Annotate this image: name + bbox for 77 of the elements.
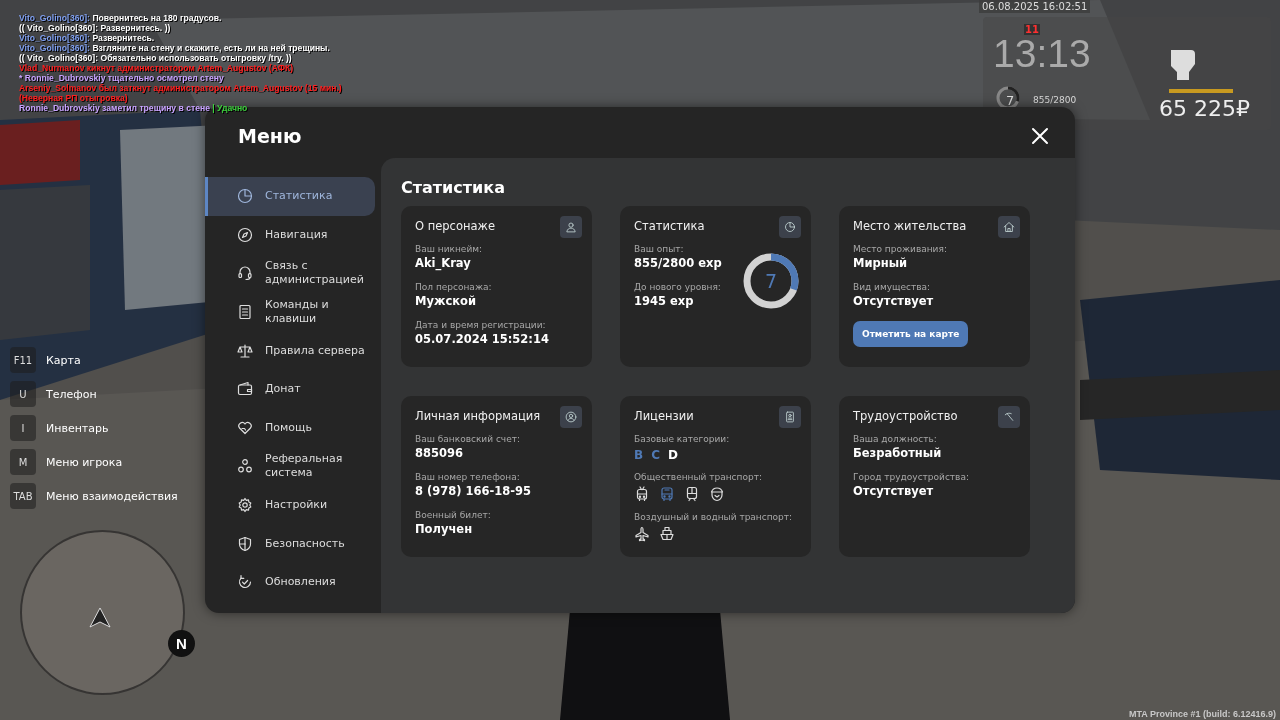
chat-message: * Ronnie_Dubrovskiy тщательно осмотрел стену (19, 73, 225, 83)
field-value: Aki_Kray (415, 255, 472, 271)
chat-message: (( Vito_Golino[360]: Обязательно использовать отыгровку /try. )) (19, 53, 293, 63)
field-label: Базовые категории: (634, 433, 731, 445)
chat-message: (( Vito_Golino[360]: Развернитесь. )) (19, 23, 172, 33)
field-label: Пол персонажа: (415, 281, 493, 293)
field-label: Место проживания: (853, 243, 948, 255)
key-cap: I (10, 415, 36, 441)
chat-message: Ronnie_Dubrovskiy заметил трещину в стене | Удачно (19, 103, 249, 113)
key-cap: F11 (10, 347, 36, 373)
card-title: Место жительства (853, 219, 967, 233)
section-title: Статистика (401, 178, 506, 197)
keybind-label: Карта (46, 353, 81, 367)
sidebar-item[interactable]: Статистика (205, 177, 375, 216)
experience: 855/2800 (1033, 95, 1077, 105)
license-category: C (651, 448, 660, 462)
field-label: Вид имущества: (853, 281, 932, 293)
chat-message: Vito_Golino[360]: Повернитесь на 180 градусов. (19, 13, 223, 23)
field-value: Отсутствует (853, 483, 935, 499)
key-cap: M (10, 449, 36, 475)
sidebar-item[interactable]: Обновления (205, 562, 375, 602)
chat-message: Vito_Golino[360]: Развернитесь. (19, 33, 156, 43)
field-value: Отсутствует (853, 293, 935, 309)
clock: 13:13 (993, 32, 1091, 76)
field-label: Ваш никнейм: (415, 243, 484, 255)
card-title: Лицензии (634, 409, 694, 423)
sidebar-item[interactable]: Навигация (205, 215, 375, 255)
key-cap: U (10, 381, 36, 407)
chat-message: Vlad_Nurmanov кикнут администратором Artem_Augustov (АФК) (19, 63, 295, 73)
license-category: B (634, 448, 644, 462)
key-cap: TAB (10, 483, 36, 509)
field-value: 885096 (415, 445, 464, 461)
field-label: Ваш опыт: (634, 243, 685, 255)
sidebar-item[interactable]: Правила сервера (205, 331, 375, 370)
field-label: Военный билет: (415, 509, 492, 521)
sidebar-item[interactable]: Безопасность (205, 524, 375, 563)
card-title: Трудоустройство (853, 409, 958, 423)
field-value: Мужской (415, 293, 477, 309)
field-value: 8 (978) 166-18-95 (415, 483, 533, 499)
chat-message: Vito_Golino[360]: Взгляните на стену и скажите, есть ли на ней трещины. (19, 43, 331, 53)
field-label: Ваш номер телефона: (415, 471, 521, 483)
field-value: 1945 exp (634, 293, 695, 309)
field-label: Ваш банковский счет: (415, 433, 521, 445)
date-time: 06.08.2025 16:02:51 (979, 0, 1091, 13)
wanted-level: 11 (1024, 24, 1040, 35)
license-category: D (667, 448, 678, 462)
field-label: Общественный транспорт: (634, 471, 763, 483)
sidebar-item[interactable]: Команды и клавиши (205, 292, 375, 332)
field-value: 855/2800 exp (634, 255, 723, 271)
keybind-label: Меню взаимодействия (46, 489, 178, 503)
chat-message: (Неверная РП отыгровка) (19, 93, 129, 103)
field-value: Мирный (853, 255, 909, 271)
money: 65 225₽ (1159, 96, 1250, 121)
version-text: MTA Province #1 (build: 6.12416.9) (1128, 709, 1276, 719)
keybind-label: Меню игрока (46, 455, 123, 469)
sidebar-item[interactable]: Связь с администрацией (205, 254, 375, 293)
keybind-label: Инвентарь (46, 421, 109, 435)
menu-title: Меню (238, 124, 302, 147)
level-donut: 7 (743, 253, 799, 309)
field-label: Воздушный и водный транспорт: (634, 511, 794, 523)
field-value: Получен (415, 521, 474, 537)
mark-on-map-button[interactable]: Отметить на карте (853, 321, 969, 347)
keybind-label: Телефон (46, 387, 97, 401)
card-title: Личная информация (415, 409, 541, 423)
field-label: Дата и время регистрации: (415, 319, 547, 331)
card-title: О персонаже (415, 219, 495, 233)
sidebar-item[interactable]: Помощь (205, 408, 375, 448)
sidebar-item[interactable]: Донат (205, 369, 375, 409)
sidebar-item[interactable]: Реферальная система (205, 447, 375, 486)
field-value: 05.07.2024 15:52:14 (415, 331, 550, 347)
level-number: 7 (1006, 93, 1015, 108)
field-label: Ваша должность: (853, 433, 938, 445)
sidebar-item[interactable]: Настройки (205, 485, 375, 525)
card-title: Статистика (634, 219, 705, 233)
chat-message: Arseniy_Solmanov был заткнут администратором Artem_Augustov (15 мин.) (19, 83, 342, 93)
field-label: Город трудоустройства: (853, 471, 970, 483)
field-value: Безработный (853, 445, 943, 461)
